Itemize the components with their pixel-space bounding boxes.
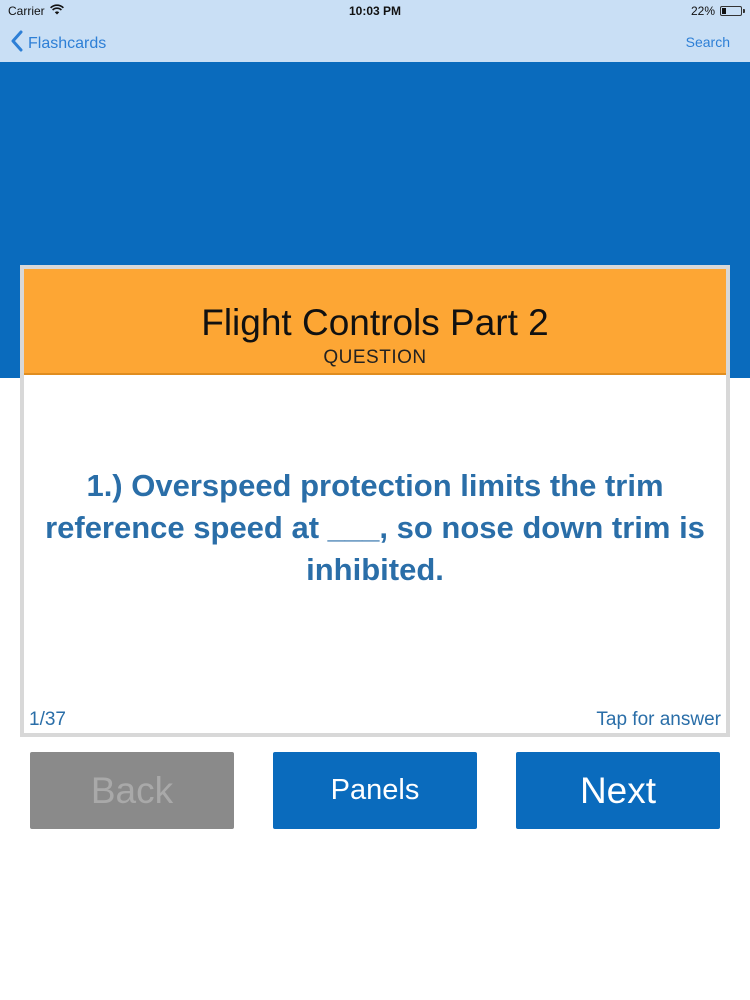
- flashcard-title: Flight Controls Part 2: [201, 302, 549, 343]
- battery-level: [722, 8, 726, 14]
- battery-percent: 22%: [690, 4, 715, 18]
- search-button[interactable]: Search: [686, 34, 730, 50]
- back-label: Flashcards: [28, 34, 107, 52]
- back-to-flashcards-button[interactable]: Flashcards: [10, 30, 106, 57]
- chevron-left-icon: [10, 30, 24, 57]
- next-button[interactable]: Next: [516, 752, 720, 829]
- panels-button[interactable]: Panels: [273, 752, 477, 829]
- battery-icon: [720, 6, 745, 16]
- flashcard-header: Flight Controls Part 2 QUESTION: [24, 269, 726, 375]
- status-time: 10:03 PM: [348, 4, 402, 18]
- flashcard-side-label: QUESTION: [323, 347, 427, 368]
- flashcard[interactable]: Flight Controls Part 2 QUESTION 1.) Over…: [20, 265, 730, 737]
- status-right: 22%: [690, 4, 745, 18]
- tap-for-answer-hint[interactable]: Tap for answer: [596, 709, 721, 731]
- back-button[interactable]: Back: [30, 752, 234, 829]
- card-counter: 1/37: [29, 709, 66, 730]
- flashcard-question: 1.) Overspeed protection limits the trim…: [45, 468, 705, 587]
- status-bar: Carrier 10:03 PM 22%: [0, 0, 750, 22]
- navigation-bar: Flashcards Search: [0, 22, 750, 62]
